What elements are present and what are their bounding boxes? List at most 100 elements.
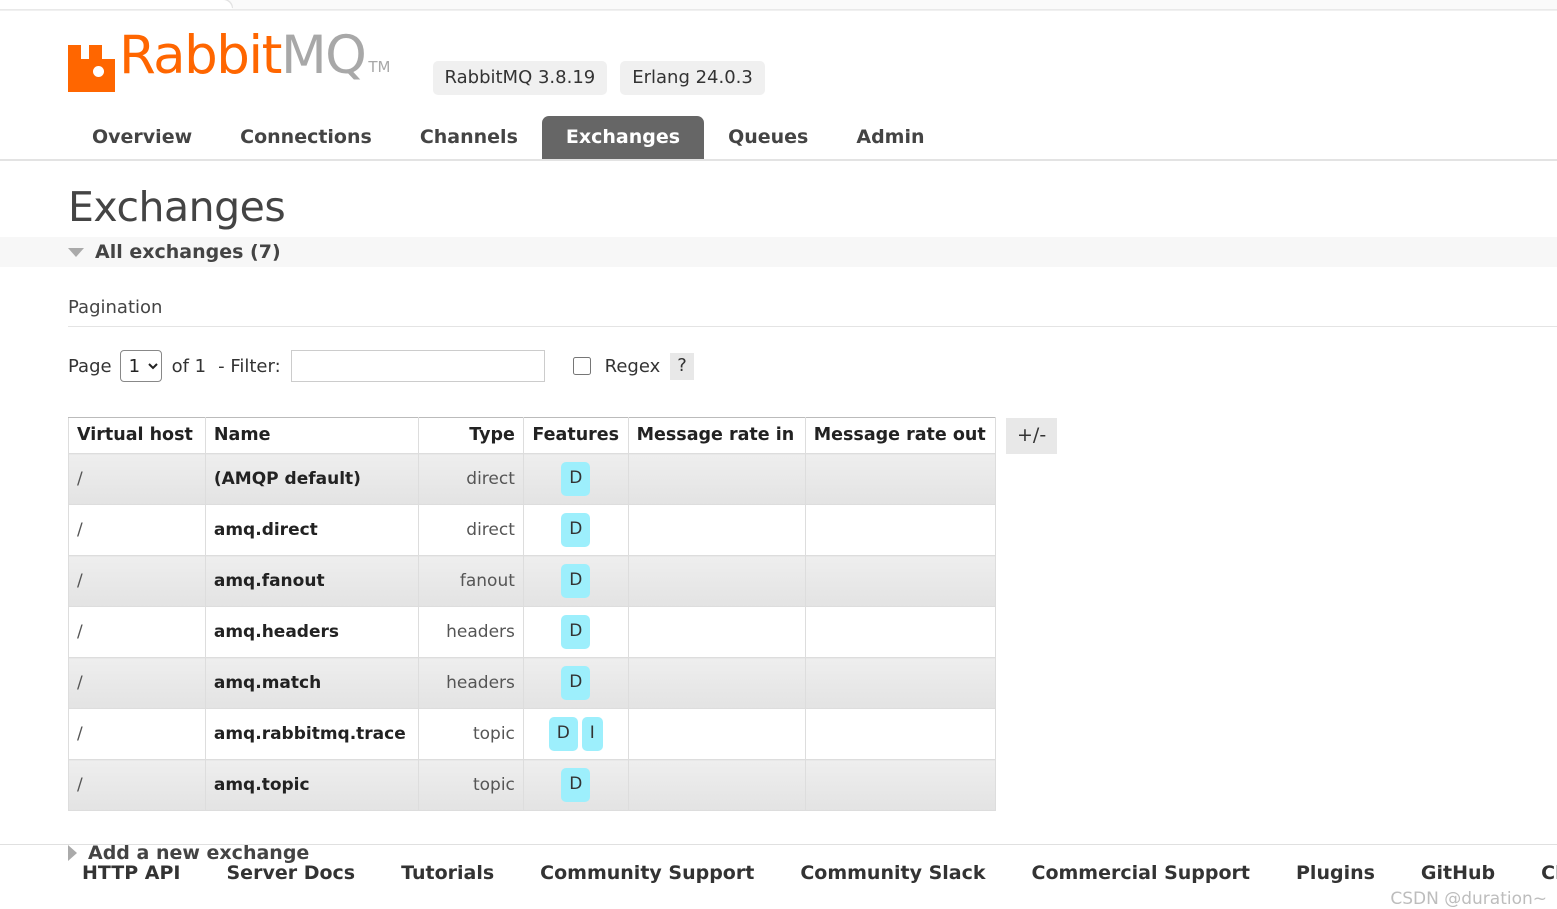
tab-overview[interactable]: Overview — [68, 116, 216, 159]
browser-tab[interactable] — [0, 0, 232, 9]
table-row: / amq.rabbitmq.trace topic D I — [68, 708, 997, 760]
tab-connections[interactable]: Connections — [216, 116, 396, 159]
cell-message-rate-out — [804, 555, 997, 607]
all-exchanges-label: All exchanges (7) — [95, 241, 281, 263]
cell-message-rate-in — [627, 759, 806, 811]
feature-badge: I — [581, 717, 603, 751]
exchange-link[interactable]: amq.direct — [214, 520, 318, 540]
cell-features: D — [522, 504, 629, 556]
cell-features: DI — [522, 708, 629, 760]
watermark: CSDN @duration~ — [1390, 889, 1547, 909]
cell-type: direct — [418, 453, 524, 505]
footer-link-github[interactable]: GitHub — [1421, 862, 1495, 884]
rabbitmq-management-page: Rabbit MQ TM RabbitMQ 3.8.19 Erlang 24.0.3… — [0, 11, 1557, 909]
cell-virtual-host: / — [68, 759, 206, 811]
footer-link-tutorials[interactable]: Tutorials — [401, 862, 494, 884]
cell-type: topic — [418, 708, 524, 760]
all-exchanges-section-header[interactable]: All exchanges (7) — [0, 237, 1557, 267]
table-row: / amq.direct direct D — [68, 504, 997, 556]
cell-message-rate-in — [627, 657, 806, 709]
cell-type: headers — [418, 657, 524, 709]
feature-badge: D — [561, 513, 591, 547]
cell-message-rate-out — [804, 759, 997, 811]
column-header-type[interactable]: Type — [418, 417, 524, 454]
cell-virtual-host: / — [68, 504, 206, 556]
regex-checkbox[interactable] — [572, 357, 591, 375]
logo-text-secondary: MQ — [280, 25, 367, 86]
feature-badge: D — [561, 615, 591, 649]
cell-message-rate-out — [804, 657, 997, 709]
exchange-link[interactable]: amq.rabbitmq.trace — [214, 724, 406, 744]
cell-name: amq.match — [204, 657, 420, 709]
cell-message-rate-out — [804, 708, 997, 760]
pagination-controls: Page 1 of 1 - Filter: Regex ? — [68, 350, 1557, 382]
page-select[interactable]: 1 — [119, 350, 162, 382]
chevron-down-icon[interactable] — [68, 247, 84, 257]
cell-features: D — [522, 657, 629, 709]
regex-label: Regex — [604, 355, 661, 377]
table-row: / amq.fanout fanout D — [68, 555, 997, 607]
cell-message-rate-out — [804, 504, 997, 556]
footer-links: HTTP API Server Docs Tutorials Community… — [0, 844, 1557, 884]
column-header-features[interactable]: Features — [522, 417, 629, 454]
column-header-virtual-host[interactable]: Virtual host — [68, 417, 206, 454]
feature-badge: D — [561, 564, 591, 598]
cell-message-rate-out — [804, 453, 997, 505]
tab-queues[interactable]: Queues — [704, 116, 832, 159]
cell-message-rate-out — [804, 606, 997, 658]
cell-features: D — [522, 555, 629, 607]
footer-link-community-slack[interactable]: Community Slack — [800, 862, 985, 884]
exchange-link[interactable]: amq.headers — [214, 622, 339, 642]
cell-message-rate-in — [627, 708, 806, 760]
footer-link-changelog[interactable]: Changelog — [1541, 862, 1557, 884]
footer-link-http-api[interactable]: HTTP API — [82, 862, 181, 884]
rabbitmq-version-badge: RabbitMQ 3.8.19 — [432, 61, 608, 95]
rabbitmq-logo[interactable]: Rabbit MQ TM — [68, 29, 391, 95]
main-navigation: Overview Connections Channels Exchanges … — [0, 116, 1557, 161]
exchanges-table-container: Virtual host Name Type Features Message … — [68, 417, 1557, 811]
version-badge-group: RabbitMQ 3.8.19 Erlang 24.0.3 — [432, 61, 765, 95]
table-row: / amq.topic topic D — [68, 759, 997, 811]
exchange-link[interactable]: amq.topic — [214, 775, 310, 795]
cell-type: fanout — [418, 555, 524, 607]
cell-name: amq.fanout — [204, 555, 420, 607]
feature-badge: D — [561, 462, 591, 496]
table-header-row: Virtual host Name Type Features Message … — [68, 417, 997, 454]
regex-help-button[interactable]: ? — [670, 352, 694, 380]
page-label: Page — [68, 355, 112, 377]
feature-badge: D — [548, 717, 578, 751]
exchanges-table-body: / (AMQP default) direct D / amq.direct direct D… — [68, 453, 997, 811]
pagination-heading: Pagination — [68, 297, 163, 318]
footer-link-community-support[interactable]: Community Support — [540, 862, 754, 884]
column-header-message-rate-out[interactable]: Message rate out — [804, 417, 997, 454]
footer-link-plugins[interactable]: Plugins — [1296, 862, 1375, 884]
cell-type: headers — [418, 606, 524, 658]
column-header-message-rate-in[interactable]: Message rate in — [627, 417, 806, 454]
logo-text-primary: Rabbit — [119, 25, 282, 86]
erlang-version-badge: Erlang 24.0.3 — [620, 61, 765, 95]
cell-features: D — [522, 606, 629, 658]
footer-link-commercial-support[interactable]: Commercial Support — [1032, 862, 1251, 884]
footer-link-server-docs[interactable]: Server Docs — [227, 862, 356, 884]
cell-features: D — [522, 759, 629, 811]
feature-badge: D — [561, 768, 591, 802]
cell-virtual-host: / — [68, 606, 206, 658]
filter-input[interactable] — [290, 350, 545, 382]
exchange-link[interactable]: amq.match — [214, 673, 321, 693]
cell-virtual-host: / — [68, 708, 206, 760]
page-total-label: of 1 — [171, 355, 207, 377]
tab-admin[interactable]: Admin — [832, 116, 948, 159]
cell-message-rate-in — [627, 606, 806, 658]
exchange-link[interactable]: (AMQP default) — [214, 469, 361, 489]
cell-virtual-host: / — [68, 453, 206, 505]
rabbit-head-icon — [68, 45, 115, 92]
cell-name: (AMQP default) — [204, 453, 420, 505]
cell-virtual-host: / — [68, 555, 206, 607]
column-header-name[interactable]: Name — [204, 417, 420, 454]
cell-name: amq.topic — [204, 759, 420, 811]
tab-channels[interactable]: Channels — [396, 116, 542, 159]
pagination-divider — [68, 326, 1557, 327]
tab-exchanges[interactable]: Exchanges — [541, 116, 705, 159]
exchange-link[interactable]: amq.fanout — [214, 571, 325, 591]
toggle-columns-button[interactable]: +/- — [1006, 418, 1058, 454]
